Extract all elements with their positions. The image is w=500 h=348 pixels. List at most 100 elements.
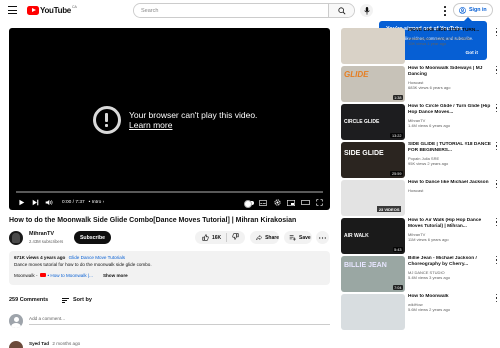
more-options-icon[interactable] xyxy=(495,256,498,264)
comment-header: Syed Tad 2 months ago xyxy=(29,341,80,346)
theater-mode-button[interactable] xyxy=(298,196,312,210)
more-options-icon[interactable] xyxy=(495,28,498,36)
recommended-video[interactable]: AIR WALK 5:43 How to Air Walk (Hip Hop Dan… xyxy=(341,218,500,254)
search-input[interactable] xyxy=(134,4,328,17)
autoplay-toggle[interactable] xyxy=(242,196,256,210)
video-title[interactable]: How to Air Walk (Hip Hop Dance Moves Tut… xyxy=(408,218,496,230)
thumbnail-text: AIR WALK xyxy=(344,233,369,239)
voice-search-button[interactable] xyxy=(360,4,373,17)
video-title: How to do the Moonwalk Side Glide Combo[… xyxy=(9,217,297,224)
video-thumbnail[interactable] xyxy=(341,294,405,330)
show-more-button[interactable]: Show more xyxy=(103,273,128,278)
video-title[interactable]: SIDE GLIDE | TUTORIAL #18 DANCE FOR BEGI… xyxy=(408,142,496,154)
more-options-icon[interactable] xyxy=(495,66,498,74)
more-actions-button[interactable] xyxy=(316,231,329,244)
recommended-video[interactable]: SIDE GLIDE 25:59 SIDE GLIDE | TUTORIAL #18… xyxy=(341,142,500,178)
recommended-video[interactable]: MOVE LIKE SIDE STEP TURN... Aimee Gonz...… xyxy=(341,28,500,64)
video-duration: 7:04 xyxy=(392,285,403,290)
video-thumbnail[interactable]: SIDE GLIDE 25:59 xyxy=(341,142,405,178)
thumbnail-text: GLIDE xyxy=(344,70,369,79)
share-label: Share xyxy=(265,234,279,241)
search-button[interactable] xyxy=(328,4,354,17)
video-channel[interactable]: MihranTV xyxy=(408,232,496,237)
recommended-video[interactable]: How to Moonwalk wikiHow 5.6M views 2 years… xyxy=(341,294,500,330)
share-button[interactable]: Share xyxy=(250,231,279,244)
video-info: How to Circle Glide / Turn Glide (Hip Ho… xyxy=(408,104,496,128)
comment-author-avatar[interactable] xyxy=(9,341,23,348)
video-views: 1.4M views xyxy=(408,123,429,129)
menu-icon[interactable] xyxy=(8,6,18,16)
play-button[interactable] xyxy=(14,196,28,210)
video-title[interactable]: How to Moonwalk xyxy=(408,294,496,300)
subscribe-button[interactable]: Subscribe xyxy=(74,231,111,244)
video-age: 2 years ago xyxy=(427,161,449,167)
video-title[interactable]: How to Dance like Michael Jackson xyxy=(408,180,496,186)
gear-icon xyxy=(273,199,281,206)
mute-button[interactable] xyxy=(42,196,56,210)
comment-time[interactable]: 2 months ago xyxy=(52,341,80,346)
thumbs-down-icon xyxy=(232,233,239,240)
video-duration: 5:43 xyxy=(392,247,403,252)
miniplayer-button[interactable] xyxy=(284,196,298,210)
video-title[interactable]: How to Moonwalk Sideways | MJ Dancing xyxy=(408,66,496,78)
video-channel[interactable]: wikiHow xyxy=(408,302,496,307)
video-info: SIDE GLIDE | TUTORIAL #18 DANCE FOR BEGI… xyxy=(408,142,496,166)
video-thumbnail[interactable] xyxy=(341,28,405,64)
video-channel[interactable]: MihranTV xyxy=(408,118,496,123)
more-options-icon[interactable] xyxy=(495,294,498,302)
next-button[interactable] xyxy=(28,196,42,210)
video-info: How to Moonwalk wikiHow 5.6M views 2 years… xyxy=(408,294,496,312)
settings-menu-icon[interactable] xyxy=(443,6,447,16)
subtitles-button[interactable] xyxy=(256,196,270,210)
more-options-icon[interactable] xyxy=(495,180,498,188)
channel-avatar[interactable] xyxy=(9,231,23,245)
learn-more-link[interactable]: Learn more xyxy=(129,120,257,130)
subscriber-count: 2.43M subscribers xyxy=(29,239,64,244)
comment-author[interactable]: Syed Tad xyxy=(29,341,49,346)
more-options-icon[interactable] xyxy=(495,142,498,150)
save-button[interactable]: Save xyxy=(284,231,312,244)
video-channel[interactable]: MJ DANCE STUDIO xyxy=(408,270,496,275)
recommended-video[interactable]: BILLIE JEAN 7:04 Billie Jean - Michael Jac… xyxy=(341,256,500,292)
video-title[interactable]: How to Circle Glide / Turn Glide (Hip Ho… xyxy=(408,104,496,116)
more-options-icon[interactable] xyxy=(495,218,498,226)
video-channel[interactable]: Howcast xyxy=(408,188,496,193)
video-channel[interactable]: Aimee Gonz... | DANCE TUTORIAL xyxy=(408,36,496,41)
video-thumbnail[interactable]: CIRCLE GLIDE 13:22 xyxy=(341,104,405,140)
search-box xyxy=(133,3,355,18)
video-channel[interactable]: Howcast xyxy=(408,80,496,85)
theater-icon xyxy=(300,200,310,205)
chapter-title[interactable]: • Intro › xyxy=(89,200,105,205)
like-button[interactable]: 16K xyxy=(195,233,228,242)
recommended-video[interactable]: 23 VIDEOS How to Dance like Michael Jacks… xyxy=(341,180,500,216)
video-title[interactable]: MOVE LIKE SIDE STEP TURN... xyxy=(408,28,496,34)
channel-name[interactable]: MihranTV xyxy=(29,231,54,237)
more-options-icon[interactable] xyxy=(495,104,498,112)
video-duration: 13:22 xyxy=(390,133,403,138)
fullscreen-button[interactable] xyxy=(312,196,326,210)
masthead: YouTube CA Sign in xyxy=(0,0,500,22)
sort-by-button[interactable]: Sort by xyxy=(62,297,92,303)
video-channel[interactable]: Popain Julia SRE xyxy=(408,156,496,161)
recommended-video[interactable]: CIRCLE GLIDE 13:22 How to Circle Glide / T… xyxy=(341,104,500,140)
video-stats: 1.4M views 6 years ago xyxy=(408,123,496,128)
video-title[interactable]: Billie Jean - Michael Jackson / Choreogr… xyxy=(408,256,496,268)
settings-button[interactable] xyxy=(270,196,284,210)
dislike-button[interactable] xyxy=(227,233,239,242)
add-comment-input[interactable] xyxy=(29,316,330,325)
video-thumbnail[interactable]: BILLIE JEAN 7:04 xyxy=(341,256,405,292)
subtitles-icon xyxy=(259,199,267,206)
video-age: 3 years ago xyxy=(429,275,451,281)
video-info: How to Dance like Michael Jackson Howcast xyxy=(408,180,496,193)
chapter-link[interactable]: • How to Moonwalk |... xyxy=(48,273,93,278)
video-thumbnail[interactable]: AIR WALK 5:43 xyxy=(341,218,405,254)
progress-bar[interactable] xyxy=(16,191,323,193)
recommended-video[interactable]: GLIDE 1:38 How to Moonwalk Sideways | MJ D… xyxy=(341,66,500,102)
description-tags[interactable]: Glide Dance Move Tutorials xyxy=(69,255,125,260)
video-thumbnail[interactable]: GLIDE 1:38 xyxy=(341,66,405,102)
sign-in-button[interactable]: Sign in xyxy=(453,3,493,17)
video-player[interactable]: Your browser can't play this video. Lear… xyxy=(9,28,330,210)
youtube-logo[interactable]: YouTube CA xyxy=(27,5,77,15)
video-thumbnail[interactable]: 23 VIDEOS xyxy=(341,180,405,216)
description-box[interactable]: 671K views 4 years ago Glide Dance Move … xyxy=(9,251,330,285)
